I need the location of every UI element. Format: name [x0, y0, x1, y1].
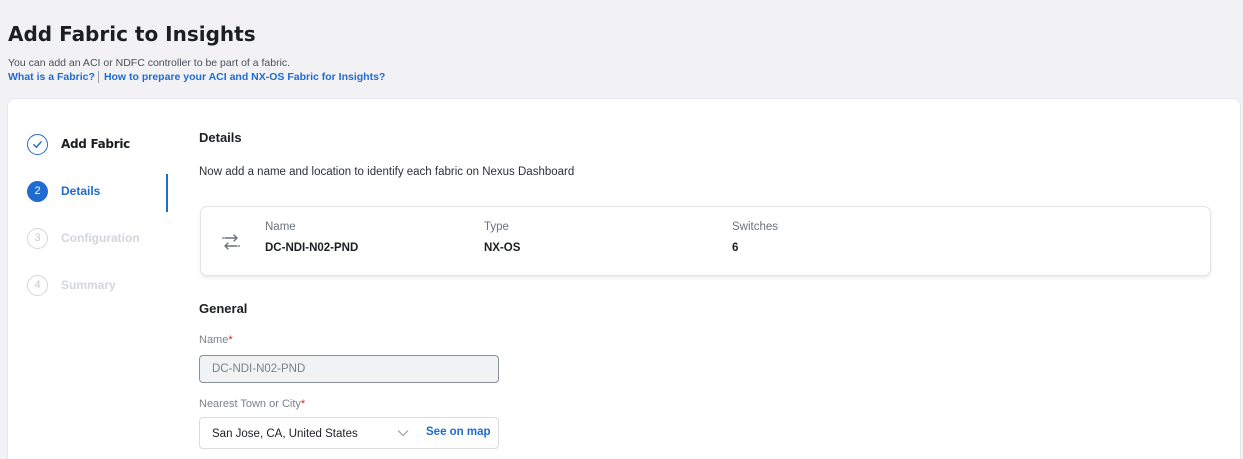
- step-label: Summary: [61, 278, 116, 292]
- details-heading: Details: [199, 130, 242, 145]
- wizard-stepper: Add Fabric 2 Details 3 Configuration 4 S…: [8, 99, 168, 459]
- wizard-card: Add Fabric 2 Details 3 Configuration 4 S…: [7, 98, 1241, 459]
- step-label: Add Fabric: [61, 137, 130, 151]
- active-step-indicator: [166, 174, 168, 212]
- step-number: 2: [27, 180, 48, 202]
- col-value: NX-OS: [484, 242, 521, 254]
- name-input[interactable]: [199, 355, 499, 383]
- summary-col-name: Name DC-NDI-N02-PND: [265, 221, 358, 254]
- step-configuration: 3 Configuration: [27, 226, 140, 250]
- prepare-fabric-link[interactable]: How to prepare your ACI and NX-OS Fabric…: [104, 71, 385, 83]
- required-marker: *: [228, 334, 233, 346]
- col-value: DC-NDI-N02-PND: [265, 242, 359, 254]
- col-header: Switches: [732, 221, 779, 233]
- location-select[interactable]: San Jose, CA, United States See on map: [199, 417, 499, 449]
- summary-col-type: Type NX-OS: [484, 221, 520, 254]
- step-number: 3: [27, 227, 48, 249]
- step-summary: 4 Summary: [27, 273, 116, 297]
- name-field-label: Name*: [199, 334, 233, 346]
- help-links: What is a Fabric? How to prepare your AC…: [8, 71, 385, 83]
- fabric-summary-card: Name DC-NDI-N02-PND Type NX-OS Switches …: [200, 206, 1211, 276]
- location-field-label: Nearest Town or City*: [199, 398, 305, 410]
- step-label: Configuration: [61, 231, 140, 245]
- col-header: Type: [484, 221, 509, 233]
- location-value: San Jose, CA, United States: [212, 428, 358, 440]
- page-title: Add Fabric to Insights: [8, 22, 256, 46]
- col-value: 6: [732, 242, 739, 254]
- swap-arrows-icon: [222, 234, 240, 250]
- what-is-fabric-link[interactable]: What is a Fabric?: [8, 71, 95, 83]
- summary-col-switches: Switches 6: [732, 221, 778, 254]
- label-text: Name: [199, 334, 229, 346]
- general-heading: General: [199, 301, 248, 316]
- step-add-fabric[interactable]: Add Fabric: [27, 132, 130, 156]
- link-divider: [97, 71, 99, 83]
- page-subtitle: You can add an ACI or NDFC controller to…: [8, 57, 291, 69]
- required-marker: *: [300, 398, 306, 410]
- chevron-down-icon[interactable]: [397, 429, 409, 437]
- col-header: Name: [265, 221, 296, 233]
- see-on-map-link[interactable]: See on map: [426, 426, 491, 438]
- details-description: Now add a name and location to identify …: [199, 166, 575, 178]
- step-number: 4: [27, 274, 48, 296]
- check-circle-icon: [27, 133, 48, 155]
- label-text: Nearest Town or City: [199, 398, 301, 410]
- step-label: Details: [61, 184, 101, 198]
- step-details[interactable]: 2 Details: [27, 179, 100, 203]
